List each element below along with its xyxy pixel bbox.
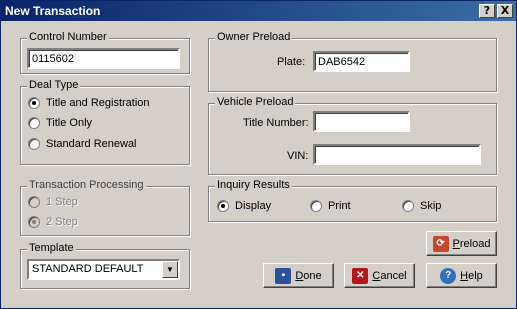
radio-label: 2 Step <box>46 216 78 228</box>
radio-dot <box>217 200 229 212</box>
done-label: Done <box>295 269 322 282</box>
template-select[interactable]: STANDARD DEFAULT ▼ <box>27 259 180 280</box>
cancel-label: Cancel <box>372 269 407 282</box>
window-title: New Transaction <box>5 4 101 18</box>
radio-label: Standard Renewal <box>46 138 137 150</box>
radio-label: Skip <box>420 200 442 212</box>
radio-1-step[interactable]: 1 Step <box>28 196 78 208</box>
title-number-label: Title Number: <box>243 117 309 129</box>
inquiry-results-legend: Inquiry Results <box>215 179 292 191</box>
vin-input[interactable] <box>313 144 481 165</box>
vin-label: VIN: <box>287 150 309 162</box>
transaction-processing-legend: Transaction Processing <box>27 179 146 191</box>
owner-preload-legend: Owner Preload <box>215 31 293 43</box>
question-icon: ? <box>483 4 491 17</box>
new-transaction-dialog: New Transaction ? X Control Number 01156… <box>0 0 517 309</box>
preload-label: Preload <box>452 237 491 250</box>
radio-dot <box>28 138 40 150</box>
radio-label: Display <box>235 200 272 212</box>
radio-dot <box>28 97 40 109</box>
chevron-down-icon[interactable]: ▼ <box>162 261 178 278</box>
control-number-input[interactable]: 0115602 <box>27 48 180 69</box>
radio-dot <box>28 216 40 228</box>
radio-display[interactable]: Display <box>217 200 271 212</box>
save-icon: ▪ <box>275 267 292 284</box>
plate-label: Plate: <box>277 56 306 68</box>
template-selected: STANDARD DEFAULT <box>32 263 144 275</box>
radio-dot <box>28 196 40 208</box>
template-legend: Template <box>27 242 76 254</box>
radio-print[interactable]: Print <box>310 200 351 212</box>
title-bar[interactable]: New Transaction ? X <box>1 1 516 21</box>
radio-2-step[interactable]: 2 Step <box>28 216 78 228</box>
radio-dot <box>28 117 40 129</box>
help-icon: ? <box>440 267 457 284</box>
radio-title-and-registration[interactable]: Title and Registration <box>28 97 150 109</box>
vehicle-preload-legend: Vehicle Preload <box>215 96 296 108</box>
radio-title-only[interactable]: Title Only <box>28 117 92 129</box>
refresh-icon: ⟳ <box>432 235 449 252</box>
close-icon: X <box>500 4 510 17</box>
control-number-legend: Control Number <box>27 31 109 43</box>
transaction-processing-group: Transaction Processing <box>20 179 190 236</box>
cancel-icon: ✕ <box>352 267 369 284</box>
radio-skip[interactable]: Skip <box>402 200 441 212</box>
help-button[interactable]: ? Help <box>426 263 497 288</box>
radio-label: Title and Registration <box>46 97 150 109</box>
help-label: Help <box>460 269 483 282</box>
cancel-button[interactable]: ✕ Cancel <box>344 263 415 288</box>
title-number-input[interactable] <box>313 111 410 132</box>
radio-label: Title Only <box>46 117 93 129</box>
close-button[interactable]: X <box>497 4 513 18</box>
radio-dot <box>310 200 322 212</box>
help-title-button[interactable]: ? <box>479 4 495 18</box>
deal-type-legend: Deal Type <box>27 79 81 91</box>
preload-button[interactable]: ⟳ Preload <box>426 231 497 256</box>
radio-label: 1 Step <box>46 196 78 208</box>
done-button[interactable]: ▪ Done <box>263 263 334 288</box>
radio-standard-renewal[interactable]: Standard Renewal <box>28 138 137 150</box>
plate-input[interactable]: DAB6542 <box>313 51 410 72</box>
radio-label: Print <box>328 200 351 212</box>
radio-dot <box>402 200 414 212</box>
